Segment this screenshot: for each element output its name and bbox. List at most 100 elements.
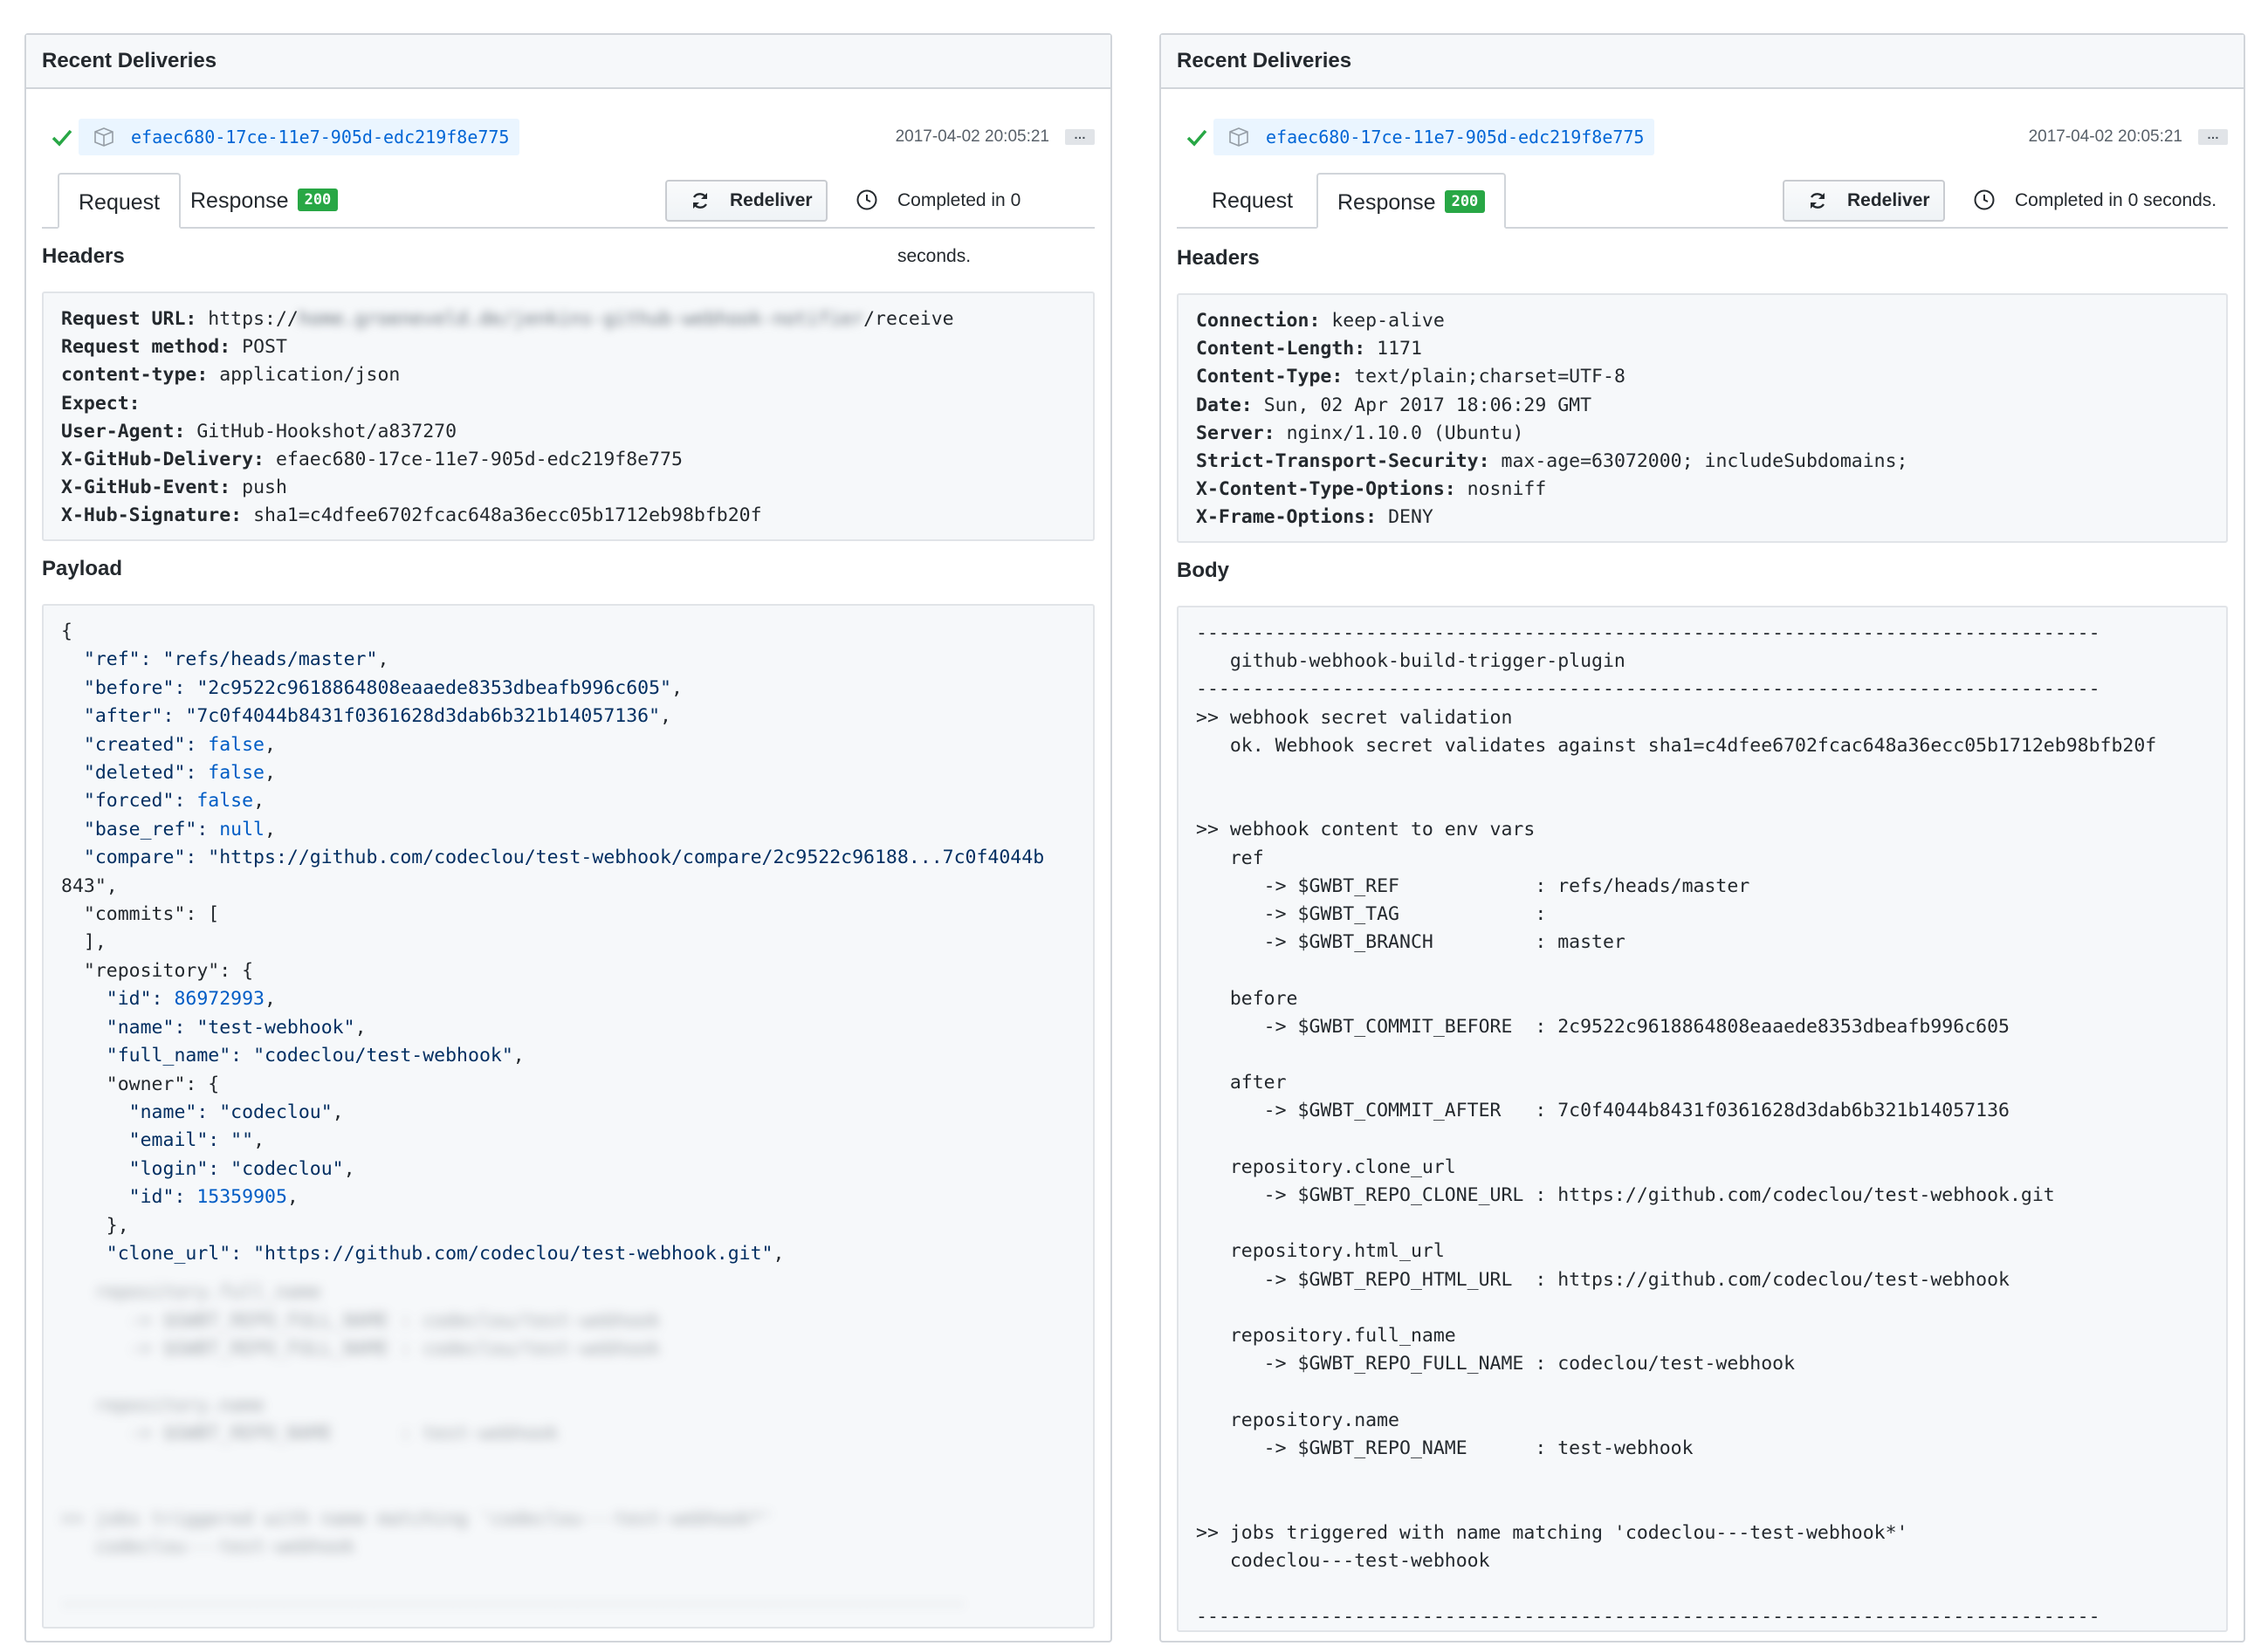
- redeliver-button[interactable]: Redeliver: [665, 180, 828, 222]
- payload-key: "clone_url":: [61, 1242, 254, 1265]
- more-options-button[interactable]: …: [2198, 128, 2228, 145]
- delivery-row[interactable]: efaec680-17ce-11e7-905d-edc219f8e775 201…: [26, 119, 1110, 157]
- header-value: Sun, 02 Apr 2017 18:06:29 GMT: [1263, 394, 1592, 416]
- tab-response[interactable]: Response 200: [1316, 173, 1507, 229]
- header-value: keep-alive: [1331, 310, 1445, 332]
- payload-sep: ,: [354, 1016, 367, 1039]
- payload-key: "deleted":: [61, 762, 209, 785]
- payload-line: "clone_url": "https://github.com/codeclo…: [61, 1240, 1076, 1268]
- response-body-block: ----------------------------------------…: [1177, 606, 2228, 1632]
- payload-line: "repository": {: [61, 957, 1076, 985]
- delivery-guid-link[interactable]: efaec680-17ce-11e7-905d-edc219f8e775: [1213, 119, 1655, 155]
- payload-line: ],: [61, 929, 1076, 957]
- redacted-line: [61, 1561, 1076, 1589]
- header-value: POST: [242, 336, 287, 359]
- payload-line: "name": "codeclou",: [61, 1099, 1076, 1127]
- body-line: >> jobs triggered with name matching 'co…: [1196, 1521, 1908, 1544]
- header-line: User-Agent: GitHub-Hookshot/a837270: [61, 418, 1076, 446]
- sync-icon: [692, 193, 708, 209]
- clock-icon: [1974, 189, 1995, 210]
- completed-status: Completed in 0 seconds.: [2015, 190, 2217, 210]
- redacted-line: >> jobs triggered with name matching 'co…: [61, 1507, 773, 1530]
- package-icon: [1229, 127, 1248, 147]
- payload-line: "name": "test-webhook",: [61, 1014, 1076, 1042]
- payload-line: "deleted": false,: [61, 759, 1076, 787]
- payload-value: "https://github.com/codeclou/test-webhoo…: [208, 847, 1045, 869]
- more-options-button[interactable]: …: [1065, 128, 1095, 145]
- header-value: push: [242, 477, 287, 499]
- payload-value: false: [196, 790, 254, 813]
- body-line: -> $GWBT_COMMIT_BEFORE : 2c9522c96188648…: [1196, 1015, 2010, 1038]
- completed-status: Completed in 0 seconds.: [897, 190, 1021, 266]
- payload-line: {: [61, 618, 1076, 646]
- delivery-guid[interactable]: efaec680-17ce-11e7-905d-edc219f8e775: [131, 127, 509, 147]
- body-line: [1196, 1126, 2209, 1154]
- payload-value: 15359905: [196, 1186, 287, 1209]
- payload-line: "compare": "https://github.com/codeclou/…: [61, 844, 1076, 872]
- delivery-row[interactable]: efaec680-17ce-11e7-905d-edc219f8e775 201…: [1161, 119, 2244, 157]
- header-key: Expect:: [61, 392, 141, 415]
- header-key: Strict-Transport-Security:: [1196, 450, 1490, 473]
- body-line: ----------------------------------------…: [1196, 678, 2100, 701]
- redacted-line: -> $GWBT_REPO_NAME : test-webhook: [61, 1423, 559, 1445]
- body-line: [1196, 957, 2209, 984]
- body-line: [1196, 1463, 2209, 1491]
- redacted-line: -> $GWBT_REPO_FULL_NAME : codeclou/test-…: [61, 1338, 661, 1361]
- header-value: https://: [208, 308, 299, 330]
- payload-key: "compare":: [61, 847, 209, 869]
- payload-value: "": [230, 1129, 254, 1152]
- header-key: content-type:: [61, 364, 209, 387]
- payload-key: "forced":: [61, 790, 197, 813]
- payload-line: "owner": {: [61, 1071, 1076, 1099]
- header-key: Connection:: [1196, 310, 1321, 332]
- header-key: X-Hub-Signature:: [61, 504, 243, 527]
- header-line: X-Hub-Signature: sha1=c4dfee6702fcac648a…: [61, 502, 1076, 530]
- headers-heading: Headers: [1177, 246, 1260, 270]
- header-line: Request URL: https://home.groeneveld.de/…: [61, 305, 1076, 333]
- redacted-host: home.groeneveld.de/jenkins-github-webhoo…: [298, 308, 864, 330]
- check-icon: [52, 129, 72, 147]
- panel-title: Recent Deliveries: [1161, 35, 2244, 89]
- payload-value: "https://github.com/codeclou/test-webhoo…: [253, 1242, 773, 1265]
- header-line: X-GitHub-Event: push: [61, 474, 1076, 502]
- body-line: [1196, 1210, 2209, 1238]
- payload-key: "full_name":: [61, 1045, 254, 1067]
- header-key: X-Content-Type-Options:: [1196, 478, 1456, 501]
- header-key: X-GitHub-Delivery:: [61, 449, 265, 471]
- header-value: text/plain;charset=UTF-8: [1354, 366, 1625, 388]
- redacted-line: [61, 1477, 1076, 1505]
- payload-sep: ,: [265, 818, 276, 840]
- request-headers-block: Request URL: https://home.groeneveld.de/…: [42, 291, 1095, 541]
- payload-text: 843",: [61, 874, 118, 897]
- response-headers-block: Connection: keep-alive Content-Length: 11…: [1177, 293, 2228, 543]
- payload-line: "full_name": "codeclou/test-webhook",: [61, 1042, 1076, 1070]
- payload-key: "login":: [61, 1157, 231, 1180]
- tab-response[interactable]: Response 200: [171, 173, 357, 227]
- redacted-line: codeclou---test-webhook: [61, 1536, 355, 1558]
- body-line: [1196, 1041, 2209, 1069]
- delivery-guid-link[interactable]: efaec680-17ce-11e7-905d-edc219f8e775: [79, 119, 520, 155]
- tab-request[interactable]: Request: [1192, 173, 1312, 227]
- header-value: application/json: [219, 364, 401, 387]
- body-line: ok. Webhook secret validates against sha…: [1196, 734, 2157, 757]
- redeliver-label: Redeliver: [1847, 190, 1930, 210]
- header-value: 1171: [1377, 338, 1422, 360]
- payload-text: "commits": [: [61, 903, 220, 926]
- payload-sep: ,: [265, 733, 276, 756]
- body-line: [1196, 788, 2209, 816]
- header-value: max-age=63072000; includeSubdomains;: [1501, 450, 1908, 473]
- redeliver-button[interactable]: Redeliver: [1783, 180, 1945, 222]
- payload-line: "before": "2c9522c9618864808eaaede8353db…: [61, 675, 1076, 703]
- tab-request[interactable]: Request: [58, 173, 182, 229]
- payload-value: null: [219, 818, 265, 840]
- payload-line: },: [61, 1212, 1076, 1240]
- payload-key: "created":: [61, 733, 209, 756]
- payload-sep: ,: [773, 1242, 785, 1265]
- body-line: repository.html_url: [1196, 1240, 1445, 1263]
- body-line: >> webhook secret validation: [1196, 706, 1513, 729]
- payload-text: ],: [61, 931, 107, 954]
- payload-line: 843",: [61, 873, 1076, 901]
- payload-sep: ,: [512, 1045, 525, 1067]
- delivery-guid[interactable]: efaec680-17ce-11e7-905d-edc219f8e775: [1266, 127, 1644, 147]
- header-key: X-Frame-Options:: [1196, 506, 1378, 529]
